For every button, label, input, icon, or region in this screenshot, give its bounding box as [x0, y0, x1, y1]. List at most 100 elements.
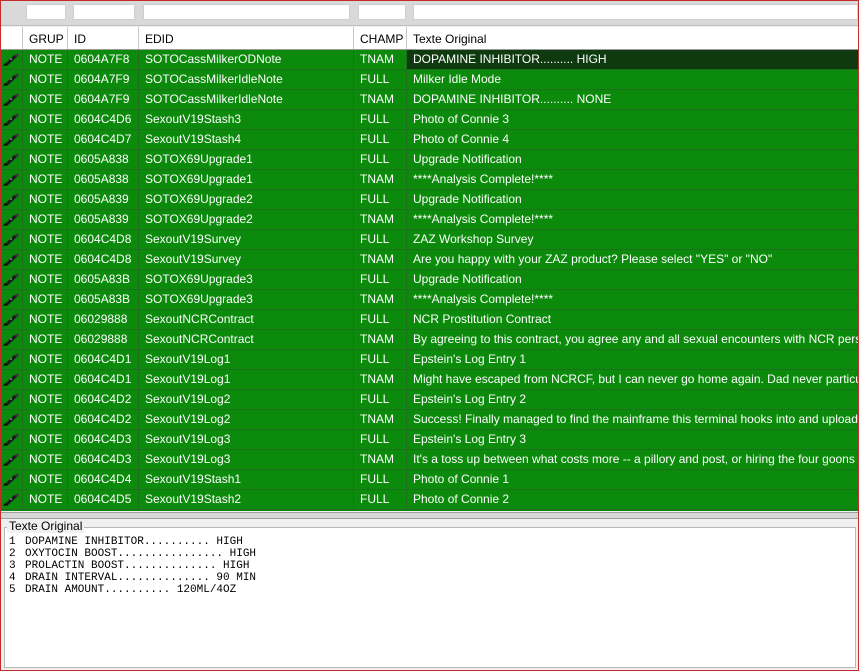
cell-grup[interactable]: NOTE — [23, 130, 68, 149]
cell-texte-original[interactable]: ****Analysis Complete!**** — [407, 210, 858, 229]
table-row[interactable]: NOTE 0604C4D4 SexoutV19Stash1 FULL Photo of … — [1, 470, 858, 490]
cell-texte-original[interactable]: Epstein's Log Entry 1 — [407, 350, 858, 369]
table-row[interactable]: NOTE 0605A839 SOTOX69Upgrade2 FULL Upgrade N… — [1, 190, 858, 210]
cell-id[interactable]: 0604A7F8 — [68, 50, 139, 69]
cell-edid[interactable]: SexoutV19Log2 — [139, 390, 354, 409]
filter-texte-input[interactable] — [413, 4, 858, 20]
cell-id[interactable]: 0604C4D4 — [68, 470, 139, 489]
cell-texte-original[interactable]: NCR Prostitution Contract — [407, 310, 858, 329]
cell-texte-original[interactable]: Photo of Connie 1 — [407, 470, 858, 489]
cell-texte-original[interactable]: Might have escaped from NCRCF, but I can… — [407, 370, 858, 389]
pane-splitter[interactable] — [1, 512, 858, 519]
cell-grup[interactable]: NOTE — [23, 170, 68, 189]
cell-grup[interactable]: NOTE — [23, 190, 68, 209]
cell-grup[interactable]: NOTE — [23, 410, 68, 429]
cell-champ[interactable]: FULL — [354, 130, 407, 149]
cell-texte-original[interactable]: Epstein's Log Entry 2 — [407, 390, 858, 409]
table-row[interactable]: NOTE 0604C4D1 SexoutV19Log1 FULL Epstein's L… — [1, 350, 858, 370]
cell-texte-original[interactable]: DOPAMINE INHIBITOR.......... NONE — [407, 90, 858, 109]
cell-grup[interactable]: NOTE — [23, 370, 68, 389]
cell-id[interactable]: 0604C4D3 — [68, 450, 139, 469]
cell-grup[interactable]: NOTE — [23, 90, 68, 109]
cell-id[interactable]: 0605A839 — [68, 190, 139, 209]
cell-grup[interactable]: NOTE — [23, 210, 68, 229]
cell-id[interactable]: 0605A839 — [68, 210, 139, 229]
cell-edid[interactable]: SOTOX69Upgrade2 — [139, 190, 354, 209]
table-row[interactable]: NOTE 0605A838 SOTOX69Upgrade1 FULL Upgrade N… — [1, 150, 858, 170]
table-row[interactable]: NOTE 0605A839 SOTOX69Upgrade2 TNAM ****Analy… — [1, 210, 858, 230]
cell-texte-original[interactable]: DOPAMINE INHIBITOR.......... HIGH — [407, 50, 858, 69]
cell-id[interactable]: 06029888 — [68, 330, 139, 349]
header-id[interactable]: ID — [68, 27, 139, 49]
cell-edid[interactable]: SexoutV19Log1 — [139, 350, 354, 369]
cell-grup[interactable]: NOTE — [23, 290, 68, 309]
cell-grup[interactable]: NOTE — [23, 50, 68, 69]
cell-texte-original[interactable]: Upgrade Notification — [407, 190, 858, 209]
cell-texte-original[interactable]: Milker Idle Mode — [407, 70, 858, 89]
cell-champ[interactable]: TNAM — [354, 90, 407, 109]
cell-id[interactable]: 0605A838 — [68, 170, 139, 189]
cell-champ[interactable]: FULL — [354, 390, 407, 409]
cell-edid[interactable]: SexoutV19Log1 — [139, 370, 354, 389]
table-row[interactable]: NOTE 0604C4D5 SexoutV19Stash2 FULL Photo of … — [1, 490, 858, 510]
table-row[interactable]: NOTE 06029888 SexoutNCRContract FULL NCR Pro… — [1, 310, 858, 330]
cell-id[interactable]: 0605A83B — [68, 290, 139, 309]
cell-grup[interactable]: NOTE — [23, 390, 68, 409]
cell-grup[interactable]: NOTE — [23, 430, 68, 449]
table-row[interactable]: NOTE 0605A83B SOTOX69Upgrade3 TNAM ****Analy… — [1, 290, 858, 310]
cell-grup[interactable]: NOTE — [23, 150, 68, 169]
cell-edid[interactable]: SexoutV19Survey — [139, 250, 354, 269]
cell-id[interactable]: 0604C4D3 — [68, 430, 139, 449]
cell-champ[interactable]: FULL — [354, 190, 407, 209]
cell-id[interactable]: 0604C4D1 — [68, 350, 139, 369]
cell-id[interactable]: 06029888 — [68, 310, 139, 329]
cell-id[interactable]: 0604C4D2 — [68, 390, 139, 409]
cell-grup[interactable]: NOTE — [23, 470, 68, 489]
cell-texte-original[interactable]: Upgrade Notification — [407, 270, 858, 289]
cell-champ[interactable]: FULL — [354, 470, 407, 489]
cell-champ[interactable]: TNAM — [354, 370, 407, 389]
cell-champ[interactable]: TNAM — [354, 450, 407, 469]
cell-edid[interactable]: SOTOX69Upgrade3 — [139, 270, 354, 289]
cell-edid[interactable]: SexoutV19Log3 — [139, 430, 354, 449]
cell-id[interactable]: 0604C4D1 — [68, 370, 139, 389]
cell-champ[interactable]: TNAM — [354, 210, 407, 229]
cell-edid[interactable]: SOTOCassMilkerODNote — [139, 50, 354, 69]
cell-texte-original[interactable]: Are you happy with your ZAZ product? Ple… — [407, 250, 858, 269]
cell-id[interactable]: 0604C4D8 — [68, 250, 139, 269]
table-row[interactable]: NOTE 0604C4D8 SexoutV19Survey TNAM Are you h… — [1, 250, 858, 270]
cell-grup[interactable]: NOTE — [23, 350, 68, 369]
cell-id[interactable]: 0604A7F9 — [68, 70, 139, 89]
cell-id[interactable]: 0605A838 — [68, 150, 139, 169]
cell-grup[interactable]: NOTE — [23, 230, 68, 249]
table-row[interactable]: NOTE 0604C4D2 SexoutV19Log2 FULL Epstein's L… — [1, 390, 858, 410]
table-row[interactable]: NOTE 0604C4D3 SexoutV19Log3 TNAM It's a toss… — [1, 450, 858, 470]
cell-grup[interactable]: NOTE — [23, 490, 68, 509]
filter-grup-input[interactable] — [26, 4, 66, 20]
header-grup[interactable]: GRUP — [23, 27, 68, 49]
cell-grup[interactable]: NOTE — [23, 70, 68, 89]
header-edid[interactable]: EDID — [139, 27, 354, 49]
cell-edid[interactable]: SexoutV19Stash3 — [139, 110, 354, 129]
cell-id[interactable]: 0604A7F9 — [68, 90, 139, 109]
table-row[interactable]: NOTE 0605A838 SOTOX69Upgrade1 TNAM ****Analy… — [1, 170, 858, 190]
cell-texte-original[interactable]: Photo of Connie 3 — [407, 110, 858, 129]
cell-id[interactable]: 0604C4D8 — [68, 230, 139, 249]
cell-champ[interactable]: TNAM — [354, 410, 407, 429]
cell-texte-original[interactable]: Photo of Connie 4 — [407, 130, 858, 149]
cell-texte-original[interactable]: ****Analysis Complete!**** — [407, 170, 858, 189]
cell-edid[interactable]: SexoutV19Survey — [139, 230, 354, 249]
cell-champ[interactable]: FULL — [354, 70, 407, 89]
cell-grup[interactable]: NOTE — [23, 110, 68, 129]
cell-texte-original[interactable]: Upgrade Notification — [407, 150, 858, 169]
table-row[interactable]: NOTE 0604A7F9 SOTOCassMilkerIdleNote FULL Mi… — [1, 70, 858, 90]
cell-grup[interactable]: NOTE — [23, 330, 68, 349]
table-row[interactable]: NOTE 06029888 SexoutNCRContract TNAM By agre… — [1, 330, 858, 350]
filter-edid-input[interactable] — [143, 4, 350, 20]
table-row[interactable]: NOTE 0604C4D3 SexoutV19Log3 FULL Epstein's L… — [1, 430, 858, 450]
cell-texte-original[interactable]: ****Analysis Complete!**** — [407, 290, 858, 309]
cell-champ[interactable]: FULL — [354, 230, 407, 249]
cell-edid[interactable]: SexoutV19Log2 — [139, 410, 354, 429]
cell-texte-original[interactable]: It's a toss up between what costs more -… — [407, 450, 858, 469]
cell-champ[interactable]: TNAM — [354, 250, 407, 269]
